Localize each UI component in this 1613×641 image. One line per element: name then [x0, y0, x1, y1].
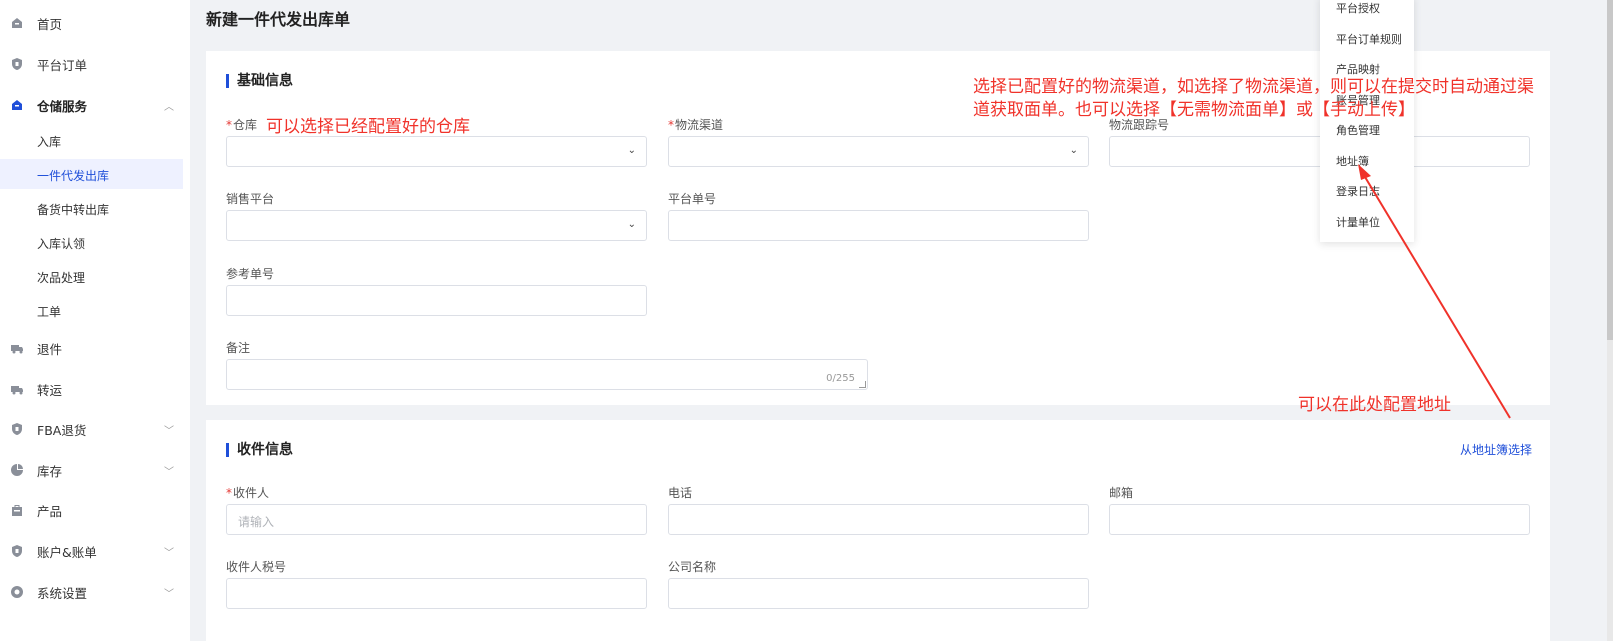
- arrow-head-icon: [1358, 164, 1371, 180]
- scrollbar-track[interactable]: [1607, 0, 1613, 641]
- annotation-arrow: [1358, 164, 1511, 419]
- scrollbar-thumb[interactable]: [1607, 0, 1613, 340]
